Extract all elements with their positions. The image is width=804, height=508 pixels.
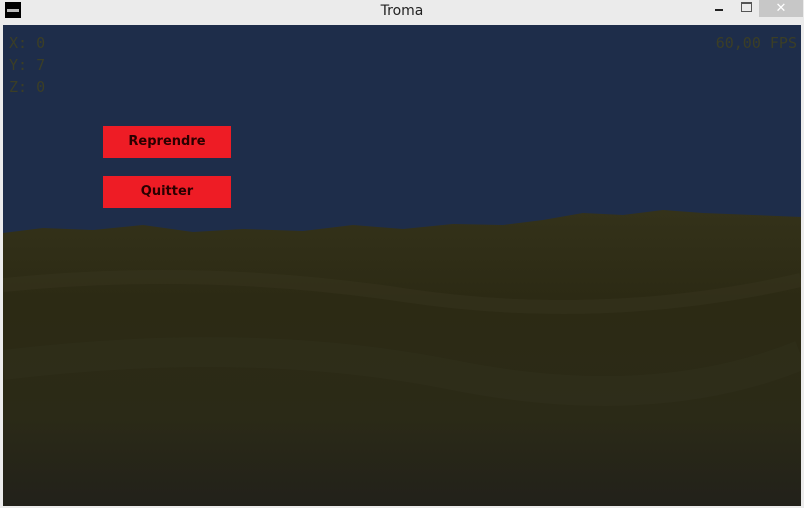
hud-fps: 60,00 FPS xyxy=(715,34,797,52)
hud-z-coordinate: Z: 0 xyxy=(9,78,46,96)
window-title: Troma xyxy=(380,3,424,19)
minimize-button[interactable] xyxy=(706,0,732,18)
maximize-button[interactable] xyxy=(734,0,758,18)
quit-button[interactable]: Quitter xyxy=(103,176,231,208)
close-button[interactable]: ✕ xyxy=(759,0,803,17)
game-viewport[interactable]: X: 0 Y: 7 Z: 0 60,00 FPS Reprendre Quitt… xyxy=(3,25,801,506)
title-bar: Troma ✕ xyxy=(0,0,804,25)
resume-button[interactable]: Reprendre xyxy=(103,126,231,158)
hud-x-coordinate: X: 0 xyxy=(9,34,46,52)
terrain xyxy=(3,210,801,506)
hud-y-coordinate: Y: 7 xyxy=(9,56,46,74)
